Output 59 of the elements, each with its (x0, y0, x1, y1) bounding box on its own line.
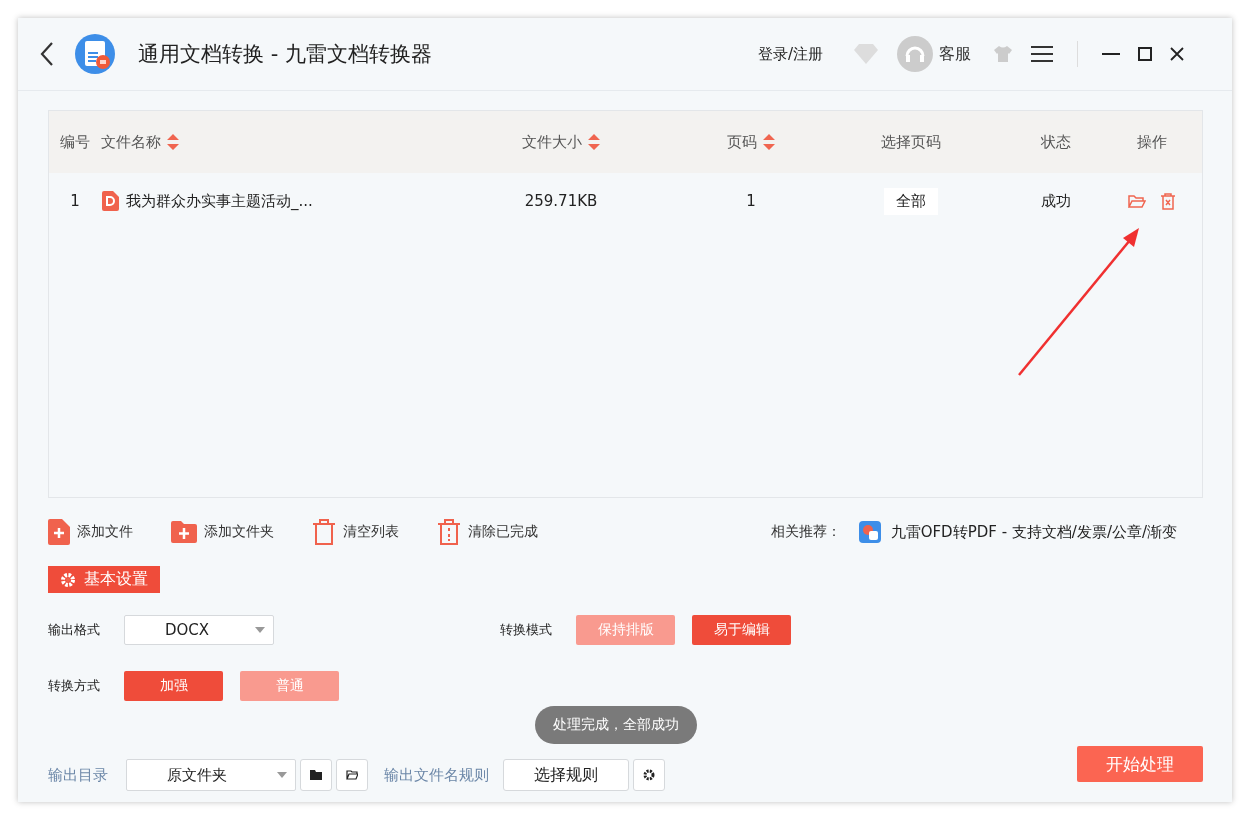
column-header: 选择页码 (881, 132, 941, 152)
mode-option[interactable]: 易于编辑 (692, 615, 791, 645)
sort-icon[interactable] (586, 133, 601, 151)
folder-icon (310, 770, 322, 780)
document-icon (101, 191, 119, 211)
app-icon (858, 521, 881, 543)
caret-icon (277, 772, 287, 778)
file-name: 我为群众办实事主题活动_... (126, 191, 313, 211)
gear-icon (60, 571, 76, 588)
format-label: 输出格式 (48, 621, 101, 639)
maximize-icon[interactable] (1138, 47, 1152, 61)
method-label: 转换方式 (48, 677, 101, 695)
caret-icon (255, 627, 265, 633)
window-title: 通用文档转换 - 九雷文档转换器 (138, 41, 432, 68)
column-header: 操作 (1136, 132, 1167, 152)
recommend-label: 相关推荐： (770, 523, 841, 541)
settings-button[interactable] (633, 759, 665, 791)
page-select-field[interactable]: 全部 (884, 187, 938, 215)
open-folder-button[interactable] (336, 759, 368, 791)
toolbar-button[interactable]: 添加文件夹 (171, 521, 274, 543)
table-cell: 1 (746, 192, 756, 210)
folder-icon[interactable] (1127, 193, 1146, 209)
format-dropdown[interactable]: DOCX (124, 615, 274, 645)
toolbar-button[interactable]: 清空列表 (312, 519, 399, 545)
add-folder-icon (171, 521, 197, 543)
toast-message: 处理完成，全部成功 (535, 706, 697, 744)
toolbar-button[interactable]: 清除已完成 (437, 519, 538, 545)
menu-icon[interactable] (1031, 46, 1053, 62)
table-cell: 259.71KB (524, 192, 598, 210)
table-cell: 1 (70, 192, 80, 210)
toolbar-button[interactable]: 添加文件 (48, 519, 133, 545)
column-header: 页码 (726, 132, 757, 152)
settings-header: 基本设置 (48, 566, 160, 593)
rule-button[interactable]: 选择规则 (503, 759, 629, 791)
trash-icon (312, 519, 336, 545)
back-icon[interactable] (40, 41, 54, 67)
sort-icon[interactable] (166, 133, 180, 151)
column-header: 文件名称 (101, 132, 161, 152)
recommend-link[interactable]: 九雷OFD转PDF - 支持文档/发票/公章/渐变 (890, 522, 1177, 542)
close-icon[interactable] (1170, 47, 1184, 61)
folder-icon (346, 770, 358, 780)
support-label[interactable]: 客服 (939, 43, 971, 65)
add-file-icon (48, 519, 70, 545)
trash-icon (437, 519, 461, 545)
status-text: 成功 (1041, 191, 1071, 211)
column-header: 状态 (1041, 132, 1071, 152)
sort-icon[interactable] (761, 133, 776, 151)
gear-icon (643, 769, 655, 781)
method-option[interactable]: 加强 (124, 671, 223, 701)
column-header: 编号 (60, 132, 90, 152)
app-logo-icon (74, 33, 116, 75)
file-rule-label: 输出文件名规则 (384, 765, 489, 785)
folder-button[interactable] (300, 759, 332, 791)
output-dir-dropdown[interactable]: 原文件夹 (126, 759, 296, 791)
output-dir-label: 输出目录 (48, 765, 108, 785)
login-link[interactable]: 登录/注册 (757, 44, 823, 64)
delete-icon[interactable] (1159, 192, 1176, 210)
column-header: 文件大小 (521, 132, 582, 152)
mode-label: 转换模式 (500, 621, 553, 639)
